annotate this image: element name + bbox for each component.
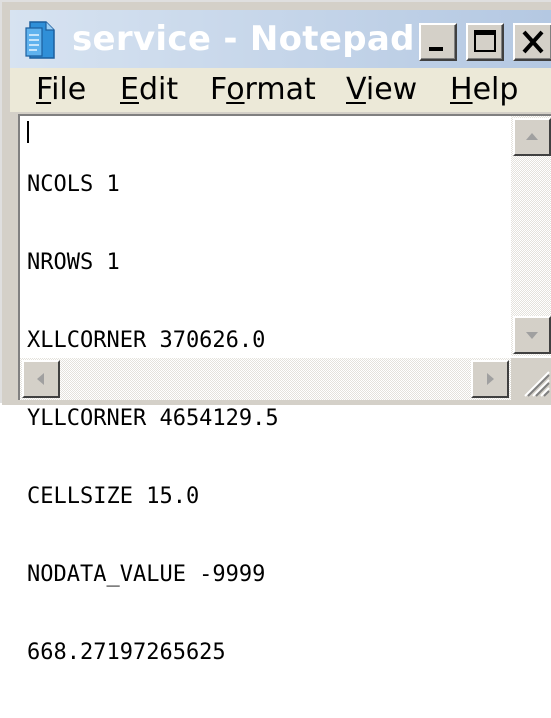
menu-format-mnemonic: o [226, 72, 245, 107]
scroll-left-button[interactable] [22, 360, 60, 398]
menu-view[interactable]: View [346, 70, 417, 110]
close-icon [522, 30, 544, 54]
vertical-scrollbar[interactable] [511, 116, 551, 356]
menu-help-mnemonic: H [450, 72, 473, 107]
arrow-down-icon [526, 332, 538, 339]
arrow-right-icon [487, 373, 494, 385]
maximize-button[interactable] [466, 23, 504, 61]
scroll-down-button[interactable] [513, 316, 551, 354]
editor-line: NROWS 1 [27, 250, 120, 275]
close-button[interactable] [513, 23, 551, 61]
editor-line: 668.27197265625 [27, 640, 226, 665]
editor-text[interactable]: NCOLS 1 NROWS 1 XLLCORNER 370626.0 YLLCO… [27, 120, 507, 718]
text-caret [27, 121, 29, 143]
scroll-up-button[interactable] [513, 118, 551, 156]
scroll-right-button[interactable] [471, 360, 509, 398]
window-title: service - Notepad [72, 19, 415, 59]
menu-file-mnemonic: F [36, 72, 52, 107]
horizontal-scrollbar[interactable] [20, 358, 511, 400]
menu-view-mnemonic: V [346, 72, 366, 107]
menu-format-prefix: F [210, 72, 227, 107]
menu-format-label: rmat [244, 72, 316, 107]
menu-file[interactable]: File [36, 70, 86, 110]
menu-view-label: iew [365, 72, 418, 107]
editor-line: NCOLS 1 [27, 172, 120, 197]
editor-line: CELLSIZE 15.0 [27, 484, 200, 509]
title-bar[interactable]: service - Notepad [10, 10, 551, 68]
editor-line: NODATA_VALUE -9999 [27, 562, 266, 587]
editor-line: YLLCORNER 4654129.5 [27, 406, 279, 431]
menu-help-label: elp [472, 72, 519, 107]
menu-bar: File Edit Format View Help [10, 68, 551, 112]
menu-file-label: ile [51, 72, 87, 107]
menu-help[interactable]: Help [450, 70, 518, 110]
maximize-icon [474, 30, 496, 52]
resize-grip-icon[interactable] [511, 358, 551, 400]
editor-line: XLLCORNER 370626.0 [27, 328, 266, 353]
menu-format[interactable]: Format [210, 70, 316, 110]
arrow-left-icon [37, 373, 44, 385]
arrow-up-icon [526, 133, 538, 140]
menu-edit[interactable]: Edit [120, 70, 178, 110]
notepad-icon[interactable] [24, 20, 56, 60]
minimize-button[interactable] [419, 23, 457, 61]
menu-edit-mnemonic: E [120, 72, 139, 107]
menu-edit-label: dit [138, 72, 179, 107]
notepad-window: service - Notepad File Edit Format View … [0, 0, 551, 665]
minimize-icon [429, 47, 443, 51]
